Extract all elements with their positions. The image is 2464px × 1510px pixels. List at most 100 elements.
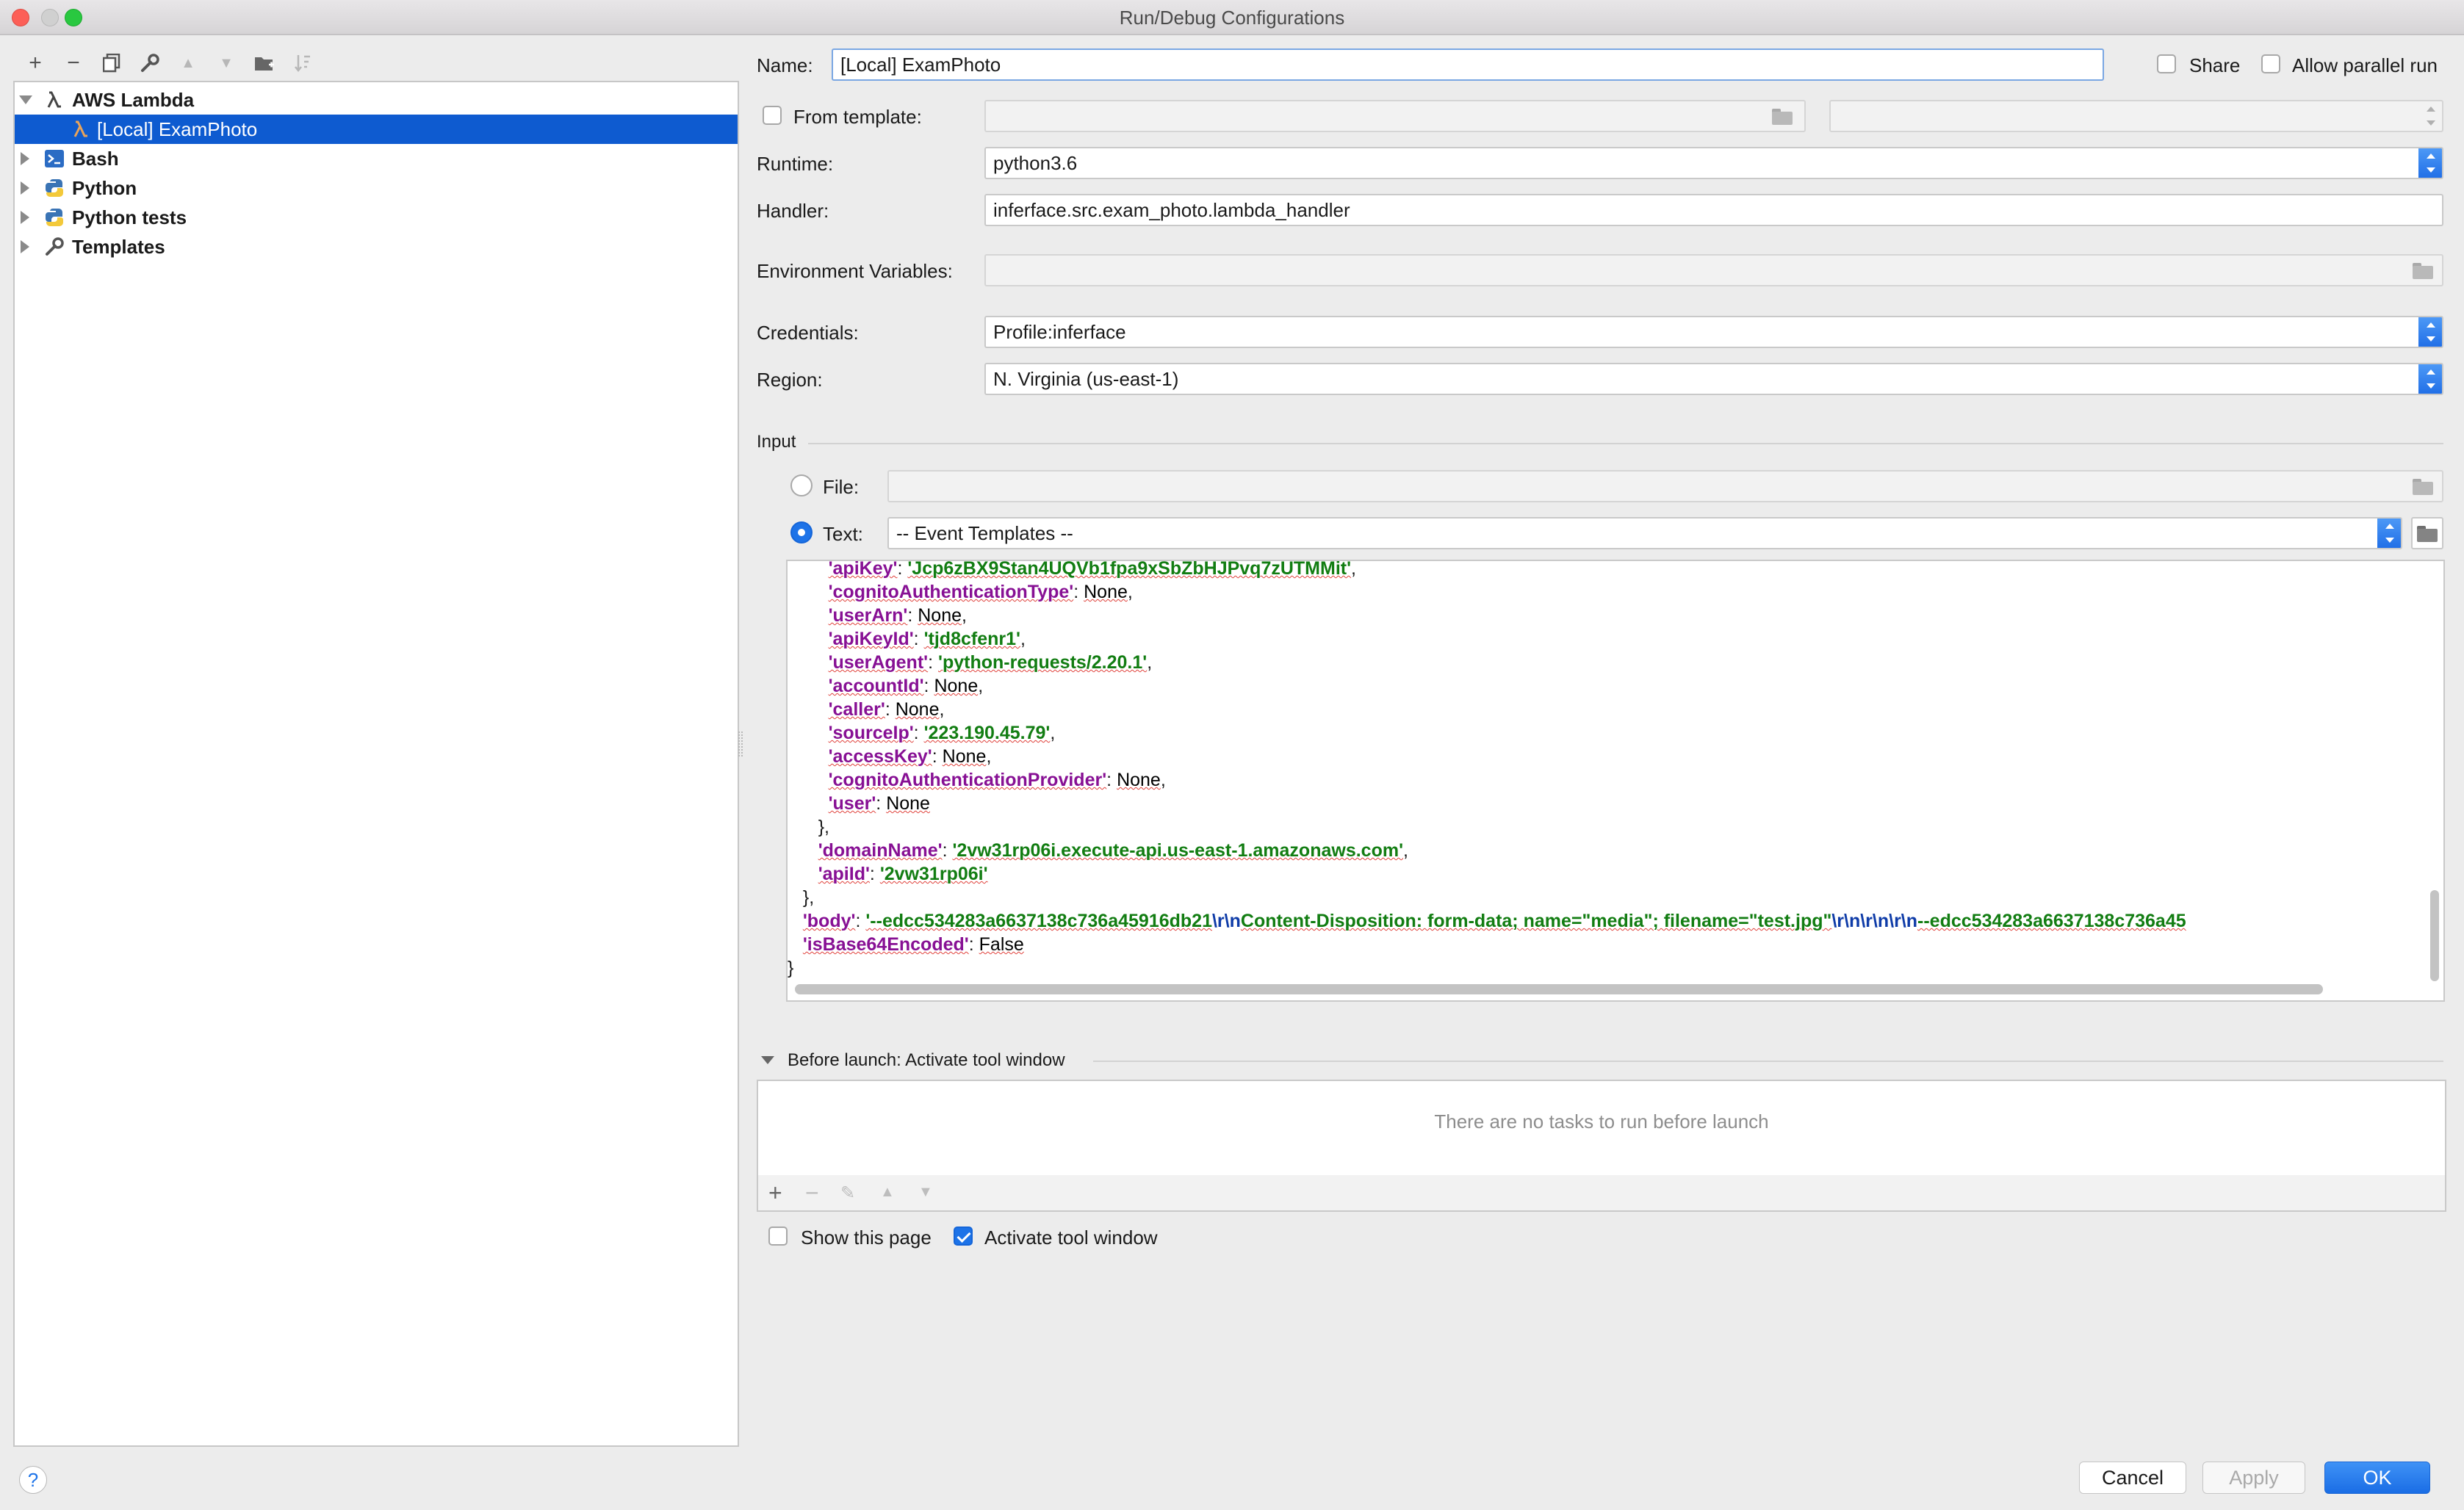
file-label: File:	[823, 476, 860, 498]
chevron-updown-icon[interactable]	[2418, 364, 2442, 394]
expand-arrow-icon[interactable]	[21, 152, 29, 165]
region-select[interactable]: N. Virginia (us-east-1)	[984, 363, 2443, 395]
event-code: 'apiKey': 'Jcp6zBX9Stan4UQVb1fpa9xSbZbHJ…	[788, 560, 2186, 980]
expand-arrow-icon[interactable]	[21, 240, 29, 253]
text-label: Text:	[823, 523, 863, 545]
file-radio[interactable]	[790, 474, 813, 496]
window-title: Run/Debug Configurations	[1119, 7, 1345, 29]
sort-icon[interactable]	[284, 48, 322, 78]
name-input[interactable]: [Local] ExamPhoto	[832, 48, 2104, 81]
tree-item-label: Python tests	[72, 206, 187, 228]
code-line: 'userAgent': 'python-requests/2.20.1',	[788, 651, 2186, 674]
tree-item-label: Python	[72, 176, 137, 199]
move-up-icon[interactable]: ▲	[169, 48, 207, 78]
code-key: 'isBase64Encoded'	[802, 934, 969, 955]
code-line: 'sourceIp': '223.190.45.79',	[788, 721, 2186, 745]
tree-item-local-examphoto[interactable]: [Local] ExamPhoto	[15, 115, 738, 144]
folder-icon	[2417, 526, 2439, 542]
code-brace: },	[818, 817, 829, 837]
event-templates-select[interactable]: -- Event Templates --	[887, 517, 2402, 549]
event-text-editor[interactable]: 'apiKey': 'Jcp6zBX9Stan4UQVb1fpa9xSbZbHJ…	[786, 560, 2445, 1002]
activate-tool-window-checkbox[interactable]	[954, 1227, 973, 1246]
tree-item-label: [Local] ExamPhoto	[97, 118, 258, 140]
credentials-select[interactable]: Profile:inferface	[984, 316, 2443, 348]
vertical-scrollbar[interactable]	[2430, 890, 2439, 981]
code-value: None	[934, 676, 979, 696]
code-line: 'accountId': None,	[788, 674, 2186, 698]
runtime-select[interactable]: python3.6	[984, 147, 2443, 179]
code-value: None	[1084, 582, 1128, 602]
open-file-button[interactable]	[2411, 517, 2443, 549]
python-tests-icon	[44, 207, 65, 228]
tree-item-python-tests[interactable]: Python tests	[15, 203, 738, 232]
code-separator: :	[897, 560, 908, 579]
ok-button[interactable]: OK	[2324, 1462, 2430, 1494]
move-task-up-icon[interactable]: ▲	[880, 1184, 895, 1201]
text-radio[interactable]	[790, 521, 813, 543]
tree-item-aws-lambda[interactable]: AWS Lambda	[15, 85, 738, 115]
expand-arrow-icon[interactable]	[19, 95, 32, 104]
share-checkbox[interactable]	[2157, 54, 2176, 73]
code-value: None	[1117, 770, 1161, 790]
code-line: }	[788, 956, 2186, 980]
tree-item-python[interactable]: Python	[15, 173, 738, 203]
code-string: 'Jcp6zBX9Stan4UQVb1fpa9xSbZbHJPvq7zUTMMi…	[907, 560, 1352, 579]
remove-icon[interactable]: −	[54, 48, 93, 78]
chevron-updown-icon[interactable]	[2418, 148, 2442, 178]
code-comma: ,	[1160, 770, 1166, 790]
add-icon[interactable]: +	[16, 48, 54, 78]
from-template-checkbox[interactable]	[763, 106, 782, 125]
code-comma: ,	[1050, 723, 1056, 743]
tree-item-templates[interactable]: Templates	[15, 232, 738, 261]
chevron-updown-icon[interactable]	[2377, 519, 2401, 548]
folder-icon[interactable]	[2413, 263, 2435, 279]
add-task-icon[interactable]: +	[768, 1180, 782, 1207]
edit-task-icon[interactable]: ✎	[840, 1182, 855, 1204]
before-launch-collapse-icon[interactable]	[761, 1056, 774, 1064]
environment-variables-field[interactable]	[984, 254, 2443, 286]
handler-label: Handler:	[757, 200, 829, 222]
help-button[interactable]: ?	[19, 1466, 47, 1494]
code-separator: :	[932, 746, 943, 767]
code-comma: ,	[1351, 560, 1356, 579]
show-this-page-checkbox[interactable]	[768, 1227, 788, 1246]
splitter-handle[interactable]	[738, 731, 743, 756]
apply-button[interactable]: Apply	[2202, 1462, 2305, 1494]
input-section-label: Input	[757, 432, 796, 452]
allow-parallel-run-checkbox[interactable]	[2261, 54, 2280, 73]
move-task-down-icon[interactable]: ▼	[918, 1184, 933, 1201]
move-down-icon[interactable]: ▼	[207, 48, 245, 78]
tree-item-bash[interactable]: Bash	[15, 144, 738, 173]
code-key: 'userAgent'	[828, 652, 929, 673]
new-folder-icon[interactable]	[245, 48, 284, 78]
window-titlebar: Run/Debug Configurations	[0, 0, 2464, 35]
code-string: 'python-requests/2.20.1'	[938, 652, 1148, 673]
code-key: 'sourceIp'	[828, 723, 914, 743]
folder-icon[interactable]	[2413, 479, 2435, 495]
code-string: '2vw31rp06i'	[879, 864, 988, 884]
handler-input[interactable]: inferface.src.exam_photo.lambda_handler	[984, 194, 2443, 226]
code-comma: ,	[978, 676, 984, 696]
chevron-updown-icon[interactable]	[2418, 317, 2442, 347]
wrench-icon[interactable]	[131, 48, 169, 78]
remove-task-icon[interactable]: −	[805, 1180, 819, 1207]
folder-icon[interactable]	[1772, 109, 1794, 125]
code-comma: ,	[1403, 840, 1408, 861]
cancel-button[interactable]: Cancel	[2079, 1462, 2186, 1494]
code-key: 'accountId'	[828, 676, 924, 696]
copy-icon[interactable]	[93, 48, 131, 78]
tree-item-label: Templates	[72, 235, 165, 258]
expand-arrow-icon[interactable]	[21, 181, 29, 195]
credentials-value: Profile:inferface	[993, 321, 1126, 343]
before-launch-empty-text: There are no tasks to run before launch	[1434, 1110, 1769, 1132]
horizontal-scrollbar[interactable]	[795, 984, 2323, 994]
expand-arrow-icon[interactable]	[21, 211, 29, 224]
